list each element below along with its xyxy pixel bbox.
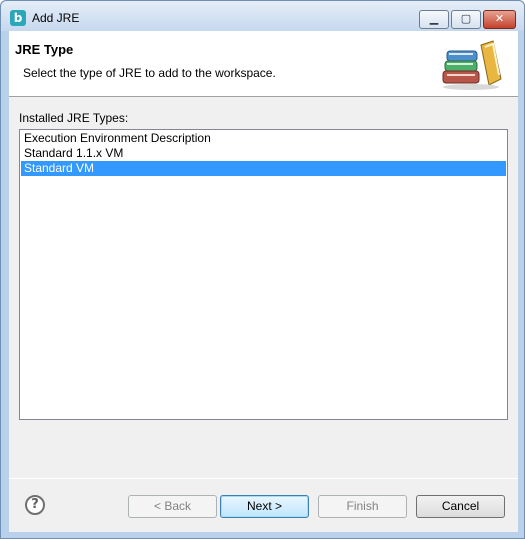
footer-divider [9,478,518,479]
maximize-button[interactable]: ▢ [451,10,481,29]
close-button[interactable]: ✕ [483,10,516,29]
next-button[interactable]: Next > [220,495,309,518]
title-bar[interactable]: b Add JRE ▁ ▢ ✕ [1,1,524,31]
books-icon [442,40,502,90]
list-item-selected[interactable]: Standard VM [21,161,506,176]
minimize-button[interactable]: ▁ [419,10,449,29]
cancel-button[interactable]: Cancel [416,495,505,518]
page-title: JRE Type [15,42,74,57]
app-icon: b [10,10,26,26]
wizard-banner: JRE Type Select the type of JRE to add t… [9,31,518,97]
window-title: Add JRE [32,11,80,25]
dialog-client-area: JRE Type Select the type of JRE to add t… [9,31,518,532]
help-icon[interactable]: ? [25,495,45,515]
page-description: Select the type of JRE to add to the wor… [23,66,276,80]
installed-jre-types-label: Installed JRE Types: [19,111,129,125]
list-item[interactable]: Execution Environment Description [21,131,506,146]
list-item[interactable]: Standard 1.1.x VM [21,146,506,161]
jre-types-list[interactable]: Execution Environment Description Standa… [19,129,508,420]
back-button[interactable]: < Back [128,495,217,518]
add-jre-dialog: b Add JRE ▁ ▢ ✕ JRE Type Select the type… [0,0,525,539]
finish-button[interactable]: Finish [318,495,407,518]
